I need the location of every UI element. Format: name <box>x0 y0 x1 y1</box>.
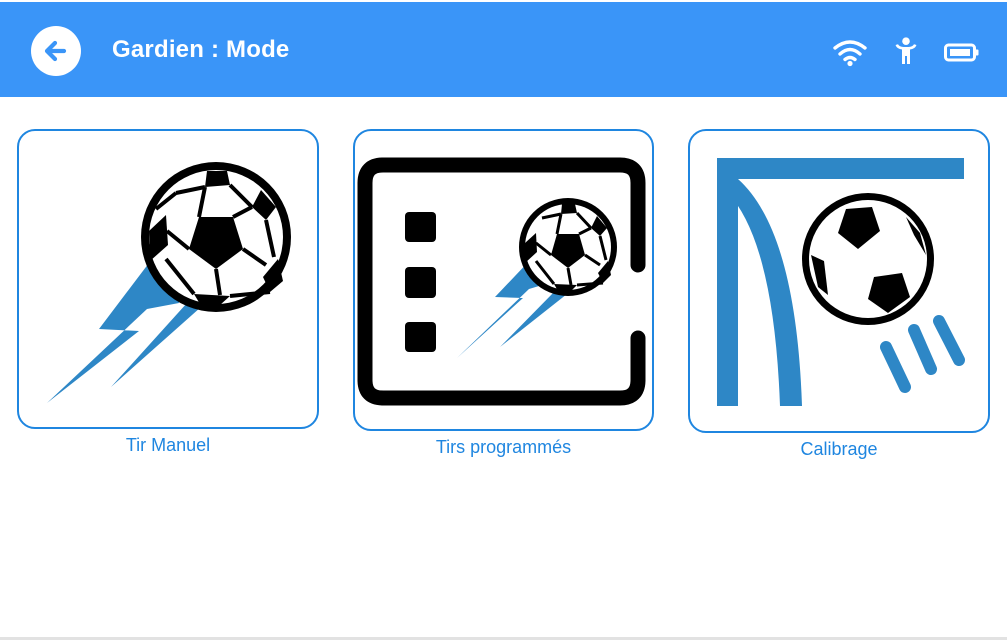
back-button[interactable] <box>31 26 81 76</box>
programmed-shots-icon <box>357 157 646 406</box>
mode-label-calibrage: Calibrage <box>800 439 878 459</box>
mode-label-tirs-programmes: Tirs programmés <box>435 437 572 457</box>
wifi-icon <box>833 40 867 67</box>
mode-card-tirs-programmes[interactable] <box>353 129 654 431</box>
soccer-ball-kick-icon <box>47 162 291 403</box>
person-icon <box>895 37 917 64</box>
mode-card-tir-manuel[interactable] <box>17 129 319 429</box>
mode-card-calibrage[interactable] <box>688 129 990 433</box>
arrow-left-icon <box>44 40 67 62</box>
battery-icon <box>944 43 979 62</box>
mode-label-tir-manuel: Tir Manuel <box>125 435 211 455</box>
goal-calibration-icon <box>717 158 965 406</box>
app-header: Gardien : Mode <box>0 2 1007 97</box>
page-title: Gardien : Mode <box>112 36 290 63</box>
